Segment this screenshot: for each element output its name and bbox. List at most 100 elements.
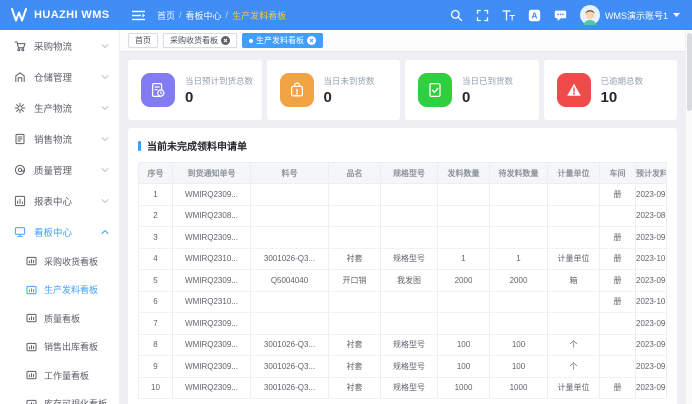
chevron-down-icon [101,105,109,111]
user-menu[interactable]: WMS演示账号1 [580,5,680,25]
cell-r3-c5 [381,227,438,249]
cell-r4-c2: WMIRQ2310... [173,248,251,270]
cell-r8-c2: WMIRQ2309... [173,334,251,356]
tab-3[interactable]: 生产发料看板 [242,33,323,48]
warning-icon [557,73,591,107]
breadcrumb-item-1[interactable]: 首页 [157,9,175,22]
tab-close-icon[interactable] [307,36,316,45]
cell-r9-c3: 3001026-Q3... [251,356,329,378]
cell-r5-c5: 我发图 [381,270,438,292]
cell-r10-c9: 册 [600,377,636,399]
dashboard-icon [14,226,26,238]
stat-card-4: 已逾期总数10 [544,60,678,120]
material-request-table: 序号到货通知单号料号品名规格型号发料数量待发料数量计量单位车间预计发料日期1WM… [138,162,667,399]
cell-r8-c9 [600,334,636,356]
sidebar-item-cart[interactable]: 采购物流 [0,30,119,61]
cell-r8-c6: 100 [438,334,490,356]
message-icon[interactable] [554,9,567,22]
cell-r2-c3 [251,205,329,227]
cell-r5-c2: WMIRQ2309... [173,270,251,292]
tab-2[interactable]: 采购收货看板 [163,33,237,48]
cell-r4-c4: 衬套 [329,248,381,270]
cell-r4-c3: 3001026-Q3... [251,248,329,270]
col-header-1: 序号 [139,163,173,184]
sidebar-item-label: 质量管理 [34,163,72,177]
sidebar-subitem-6[interactable]: 库存可视化看板 [0,390,119,404]
sidebar-subitem-1[interactable]: 采购收货看板 [0,247,119,276]
font-size-icon[interactable] [502,9,515,22]
cell-r2-c5 [381,205,438,227]
sidebar-item-sales[interactable]: 销售物流 [0,123,119,154]
cell-r10-c10: 2023-09-22 [636,377,667,399]
active-tab-dot [249,39,253,43]
top-header: HUAZHI WMS 首页/看板中心/生产发料看板 AWMS演示账号1 [0,0,692,30]
col-header-10: 预计发料日期 [636,163,667,184]
cell-r8-c1: 8 [139,334,173,356]
cell-r7-c10: 2023-09-05 [636,313,667,335]
cell-r8-c8: 个 [548,334,600,356]
scrollbar-thumb[interactable] [687,33,692,111]
sidebar-item-dashboard[interactable]: 看板中心 [0,216,119,247]
cell-r7-c7 [490,313,548,335]
checkdoc-icon [418,73,452,107]
board-icon [26,342,37,352]
stat-card-1: 当日预计到货总数0 [128,60,262,120]
cell-r7-c9 [600,313,636,335]
tab-1[interactable]: 首页 [128,33,158,48]
cell-r4-c6: 1 [438,248,490,270]
cell-r10-c3: 3001026-Q3... [251,377,329,399]
cell-r1-c10: 2023-09-05 [636,184,667,206]
cell-r8-c5: 规格型号 [381,334,438,356]
cell-r9-c1: 9 [139,356,173,378]
sidebar-subitem-3[interactable]: 质量看板 [0,304,119,333]
board-icon [26,370,37,380]
cell-r7-c8 [548,313,600,335]
sidebar-subitem-2[interactable]: 生产发料看板 [0,276,119,305]
search-icon[interactable] [450,9,463,22]
sidebar-item-warehouse[interactable]: 仓储管理 [0,61,119,92]
huazhi-logo-icon [10,7,28,23]
title-accent-bar [138,141,141,151]
fullscreen-icon[interactable] [476,9,489,22]
report-icon [14,195,26,207]
translate-icon[interactable]: A [528,9,541,22]
cell-r6-c1: 6 [139,291,173,313]
sidebar-subitem-label: 库存可视化看板 [44,397,107,404]
cell-r3-c2: WMIRQ2309... [173,227,251,249]
quality-icon [14,164,26,176]
page-scrollbar[interactable] [685,30,692,404]
cell-r10-c4: 衬套 [329,377,381,399]
sidebar-item-quality[interactable]: 质量管理 [0,154,119,185]
sidebar-item-production[interactable]: 生产物流 [0,92,119,123]
sidebar-item-label: 采购物流 [34,39,72,53]
cell-r7-c6 [438,313,490,335]
chevron-down-icon [101,136,109,142]
stat-card-value: 10 [601,90,644,105]
cell-r9-c7: 100 [490,356,548,378]
chevron-down-icon [101,74,109,80]
cell-r9-c5: 规格型号 [381,356,438,378]
sidebar-collapse-icon[interactable] [132,10,145,21]
main-content: 当日预计到货总数0当日未到货数0当日已到货数0已逾期总数10 当前未完成领料申请… [120,52,685,404]
breadcrumb-item-2[interactable]: 看板中心 [186,9,222,22]
sidebar-item-label: 生产物流 [34,101,72,115]
cell-r2-c6 [438,205,490,227]
sidebar-subitem-5[interactable]: 工作量看板 [0,361,119,390]
tab-close-icon[interactable] [221,36,230,45]
cell-r1-c2: WMIRQ2309... [173,184,251,206]
cell-r1-c9: 册 [600,184,636,206]
cell-r1-c5 [381,184,438,206]
breadcrumb-separator: / [226,10,229,20]
board-icon [26,285,37,295]
col-header-2: 到货通知单号 [173,163,251,184]
brand-logo[interactable]: HUAZHI WMS [0,0,120,30]
header-toolbar: A WMS演示账号1 [450,5,680,25]
cell-r1-c6 [438,184,490,206]
cell-r3-c1: 3 [139,227,173,249]
cell-r1-c3 [251,184,329,206]
cell-r6-c8 [548,291,600,313]
cell-r1-c7 [490,184,548,206]
cell-r7-c3 [251,313,329,335]
sidebar-subitem-4[interactable]: 销售出库看板 [0,333,119,362]
sidebar-item-report[interactable]: 报表中心 [0,185,119,216]
